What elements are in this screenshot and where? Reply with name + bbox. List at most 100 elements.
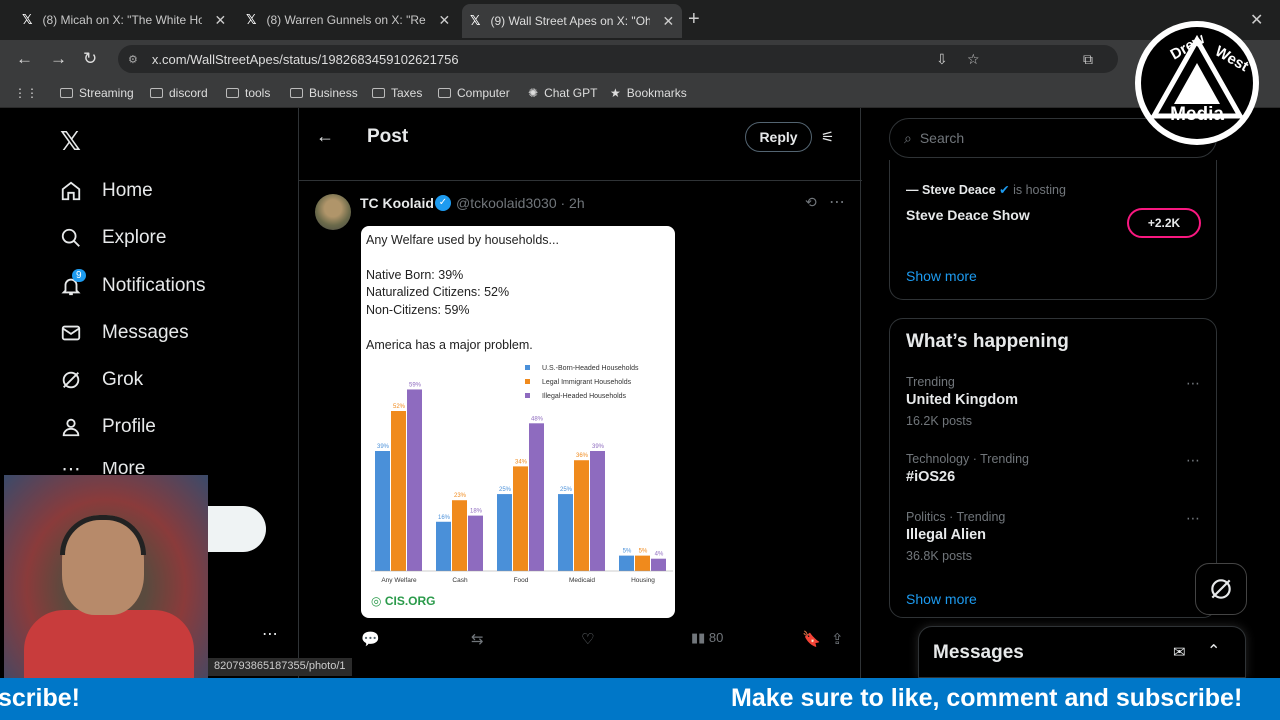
address-toolbar: ← → ↻ ⚙ x.com/WallStreetApes/status/1982… (0, 40, 1280, 78)
bookmark-link[interactable]: ★ Bookmarks (610, 86, 687, 100)
back-arrow-icon[interactable]: ← (16, 49, 33, 69)
site-settings-icon[interactable]: ⚙ (128, 53, 138, 66)
sidebar-item-explore[interactable]: Explore (58, 225, 166, 251)
close-tab-icon[interactable]: ✕ (438, 12, 450, 29)
forward-arrow-icon[interactable]: → (50, 49, 67, 69)
chart-bar (407, 389, 422, 571)
chart-bar (513, 466, 528, 571)
more-options-icon[interactable]: ⋯ (1186, 510, 1200, 527)
post-image[interactable]: Any Welfare used by households... Native… (361, 226, 675, 618)
grok-floating-button[interactable] (1195, 563, 1247, 615)
account-more-icon[interactable]: ⋯ (262, 624, 278, 644)
sidebar-item-home[interactable]: Home (58, 178, 153, 204)
chart-bar (574, 460, 589, 571)
bookmark-folder[interactable]: discord (150, 86, 208, 100)
status-url-text: 820793865187355/photo/1 (214, 660, 346, 672)
reply-button[interactable]: Reply (745, 122, 812, 152)
sidebar-item-label: Messages (102, 322, 189, 343)
x-logo-icon[interactable]: 𝕏 (60, 126, 81, 157)
more-options-icon[interactable]: ⋯ (1186, 452, 1200, 469)
install-app-icon[interactable]: ⇩ (936, 51, 948, 68)
close-tab-icon[interactable]: ✕ (662, 13, 674, 30)
sidebar-item-label: Profile (102, 416, 156, 437)
bookmark-link[interactable]: ✺ Chat GPT (528, 86, 597, 100)
sidebar-item-messages[interactable]: Messages (58, 320, 189, 346)
trend-name[interactable]: #iOS26 (906, 469, 955, 485)
chart-data-label: 59% (409, 382, 422, 388)
chart-data-label: 5% (623, 549, 632, 555)
bookmark-folder[interactable]: Streaming (60, 86, 134, 100)
views-count[interactable]: ▮▮ 80 (691, 630, 723, 646)
bookmark-icon[interactable]: 🔖 (802, 630, 821, 648)
reply-icon[interactable]: 💬 (361, 630, 380, 648)
card-line: Non-Citizens: 59% (366, 303, 470, 317)
home-icon (58, 178, 84, 204)
chart-data-label: 4% (655, 552, 664, 558)
author-handle[interactable]: @tckoolaid3030 · 2h (456, 195, 585, 211)
bookmark-folder[interactable]: Business (290, 86, 358, 100)
ticker-text: Make sure to like, comment and subscribe… (731, 684, 1243, 712)
expand-chevron-icon[interactable]: ⌃ (1207, 641, 1220, 661)
repost-icon[interactable]: ⇆ (471, 630, 484, 648)
bookmark-folder[interactable]: Taxes (372, 86, 422, 100)
space-host[interactable]: — Steve Deace ✔ is hosting (906, 182, 1066, 197)
sidebar-item-grok[interactable]: Grok (58, 367, 143, 393)
chart-tick-label: Any Welfare (381, 577, 417, 584)
back-arrow-icon[interactable]: ← (316, 126, 334, 147)
search-placeholder: Search (919, 130, 965, 146)
post-button[interactable] (200, 506, 266, 552)
chart-data-label: 39% (592, 444, 605, 450)
bookmark-label: tools (245, 86, 271, 100)
share-icon[interactable]: ⇪ (831, 630, 844, 648)
trend-posts: 16.2K posts (906, 414, 973, 428)
x-logo-icon: 𝕏 (470, 13, 481, 28)
more-options-icon[interactable]: ⋯ (829, 192, 845, 212)
webcam-overlay (4, 475, 208, 680)
space-listener-count[interactable]: +2.2K (1127, 208, 1201, 238)
browser-tab[interactable]: 𝕏 (8) Micah on X: "The White Hou ✕ (14, 6, 234, 34)
legend-label: Illegal-Headed Households (542, 393, 627, 400)
like-icon[interactable]: ♡ (581, 630, 594, 648)
browser-tab[interactable]: 𝕏 (8) Warren Gunnels on X: "Repu ✕ (238, 6, 458, 34)
reload-icon[interactable]: ↻ (83, 49, 97, 69)
sidebar-item-notifications[interactable]: 9 Notifications (58, 269, 206, 299)
verified-badge-icon: ✓ (435, 195, 451, 211)
tab-title: (9) Wall Street Apes on X: "Ohh (490, 14, 651, 28)
grok-icon (58, 367, 84, 393)
bookmark-folder[interactable]: tools (226, 86, 270, 100)
more-icon: ⋯ (61, 462, 81, 476)
more-options-icon[interactable]: ⋯ (1186, 375, 1200, 392)
browser-tab-active[interactable]: 𝕏 (9) Wall Street Apes on X: "Ohh ✕ (462, 4, 683, 38)
chart-data-label: 16% (438, 515, 451, 521)
show-more-link[interactable]: Show more (906, 268, 977, 284)
show-more-link[interactable]: Show more (906, 591, 977, 607)
trend-name[interactable]: Illegal Alien (906, 527, 986, 543)
bookmark-label: Chat GPT (544, 86, 598, 100)
new-tab-button[interactable]: + (688, 8, 700, 31)
trend-posts: 36.8K posts (906, 549, 973, 563)
extensions-icon[interactable]: ⧉ (1083, 51, 1093, 68)
tab-title: (8) Warren Gunnels on X: "Repu (266, 13, 427, 27)
settings-sliders-icon[interactable]: ⚟ (821, 128, 834, 146)
whats-happening-panel: What’s happening Trending United Kingdom… (889, 318, 1217, 618)
trend-name[interactable]: United Kingdom (906, 392, 1018, 408)
tab-title: (8) Micah on X: "The White Hou (42, 13, 203, 27)
space-count-value: +2.2K (1147, 216, 1181, 230)
star-icon[interactable]: ☆ (967, 51, 980, 68)
bookmark-folder[interactable]: Computer (438, 86, 510, 100)
notification-badge: 9 (72, 269, 86, 282)
new-message-icon[interactable]: ✉ (1173, 643, 1186, 661)
logo-word: Media (1170, 104, 1224, 125)
messages-drawer[interactable]: Messages ✉ ⌃ (918, 626, 1246, 678)
author-name[interactable]: TC Koolaid (360, 195, 434, 211)
apps-grid-icon[interactable]: ⋮⋮ (14, 86, 38, 100)
sidebar-item-profile[interactable]: Profile (58, 414, 156, 440)
views-value: 80 (708, 630, 724, 645)
chart-bar (436, 521, 451, 571)
sidebar-item-more[interactable]: ⋯ More (58, 462, 146, 476)
card-source: CIS.ORG (384, 594, 436, 608)
grok-explain-icon[interactable]: ⟲ (805, 194, 817, 211)
space-title[interactable]: Steve Deace Show (906, 207, 1030, 223)
avatar[interactable] (315, 194, 351, 230)
close-tab-icon[interactable]: ✕ (214, 12, 226, 29)
